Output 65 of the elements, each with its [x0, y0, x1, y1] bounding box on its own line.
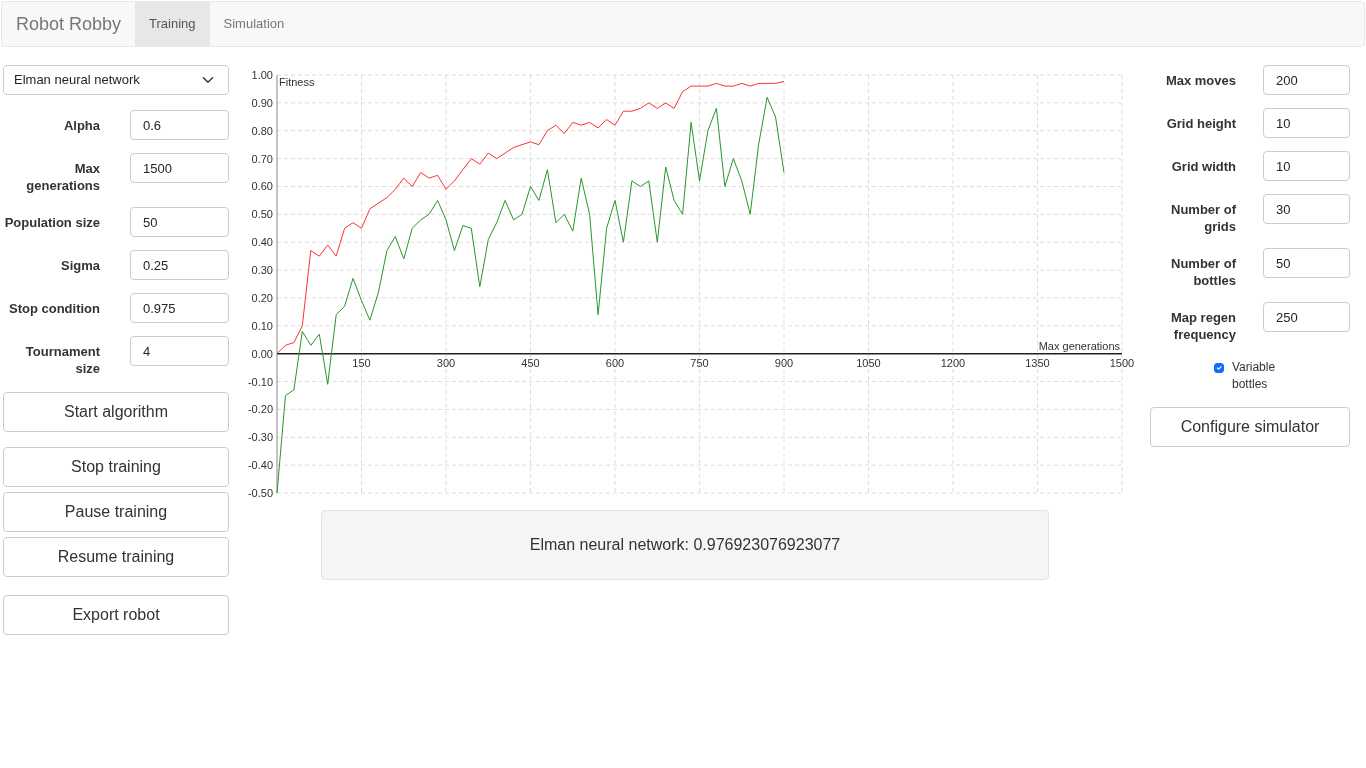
input-field[interactable]: 30	[1263, 194, 1350, 224]
input-field[interactable]: 200	[1263, 65, 1350, 95]
field-label: Max generations	[25, 160, 101, 194]
algorithm-dropdown[interactable]: Elman neural network	[3, 65, 229, 95]
axis-tick-label: 1050	[856, 356, 881, 369]
field-label: Map regen frequency	[1170, 309, 1236, 343]
input-field[interactable]: 50	[130, 207, 229, 237]
checkbox[interactable]	[1214, 363, 1224, 373]
input-field[interactable]: 0.6	[130, 110, 229, 140]
axis-tick-label: -0.10	[247, 375, 273, 388]
start-algorithm-button[interactable]: Start algorithm	[3, 392, 229, 432]
input-field[interactable]: 10	[1263, 108, 1350, 138]
field-label: Grid height	[1165, 115, 1236, 132]
axis-tick-label: 0.90	[251, 96, 273, 109]
axis-tick-label: 0.40	[251, 236, 273, 249]
input-field[interactable]: 0.25	[130, 250, 229, 280]
axis-tick-label: -0.40	[247, 459, 273, 472]
axis-tick-label: 300	[436, 356, 456, 369]
axis-tick-label: 0.50	[251, 208, 273, 221]
field-label: Sigma	[60, 257, 101, 274]
axis-tick-label: 0.70	[251, 152, 273, 165]
nav-tab[interactable]: Training	[135, 2, 210, 46]
axis-tick-label: 0.80	[251, 124, 273, 137]
field-label: Stop condition	[8, 300, 101, 317]
training-button[interactable]: Pause training	[3, 492, 229, 532]
training-button[interactable]: Stop training	[3, 447, 229, 487]
configure-simulator-button[interactable]: Configure simulator	[1150, 407, 1350, 447]
axis-tick-label: 0.00	[251, 347, 273, 360]
field-label: Tournament size	[24, 343, 101, 377]
axis-tick-label: 1200	[940, 356, 966, 369]
axis-tick-label: 1.00	[251, 69, 273, 81]
axis-tick-label: -0.20	[247, 403, 273, 416]
field-label: Grid width	[1170, 158, 1236, 175]
axis-tick-label: 750	[690, 356, 709, 369]
input-field[interactable]: 10	[1263, 151, 1350, 181]
axis-tick-label: 0.10	[251, 319, 273, 332]
input-field[interactable]: 0.975	[130, 293, 229, 323]
input-field[interactable]: 1500	[130, 153, 229, 183]
export-button[interactable]: Export robot	[3, 595, 229, 635]
nav-tab[interactable]: Simulation	[209, 2, 299, 46]
axis-tick-label: 0.20	[251, 291, 273, 304]
input-field[interactable]: 50	[1263, 248, 1350, 278]
axis-tick-label: 0.60	[251, 180, 273, 193]
field-label: Alpha	[62, 117, 101, 134]
field-label: Max moves	[1164, 72, 1236, 89]
axis-tick-label: 1350	[1025, 356, 1050, 369]
field-label: Number of bottles	[1170, 255, 1236, 289]
axis-tick-label: -0.50	[247, 487, 273, 499]
axis-tick-label: 600	[605, 356, 625, 369]
axis-tick-label: 1500	[1109, 356, 1135, 369]
app-brand[interactable]: Robot Robby	[2, 2, 136, 46]
result-panel: Elman neural network: 0.976923076923077	[321, 510, 1049, 580]
input-field[interactable]: 250	[1263, 302, 1350, 332]
training-button[interactable]: Resume training	[3, 537, 229, 577]
checkbox-label: Variable bottles	[1232, 359, 1277, 393]
axis-title: Fitness	[279, 76, 315, 88]
axis-tick-label: -0.30	[247, 431, 273, 444]
field-label: Population size	[3, 214, 101, 231]
field-label: Number of grids	[1170, 201, 1236, 235]
axis-tick-label: 150	[352, 356, 371, 369]
input-field[interactable]: 4	[130, 336, 229, 366]
axis-tick-label: 450	[521, 356, 540, 369]
axis-tick-label: 0.30	[251, 264, 273, 277]
axis-tick-label: 900	[774, 356, 794, 369]
axis-title: Max generations	[1038, 339, 1120, 352]
